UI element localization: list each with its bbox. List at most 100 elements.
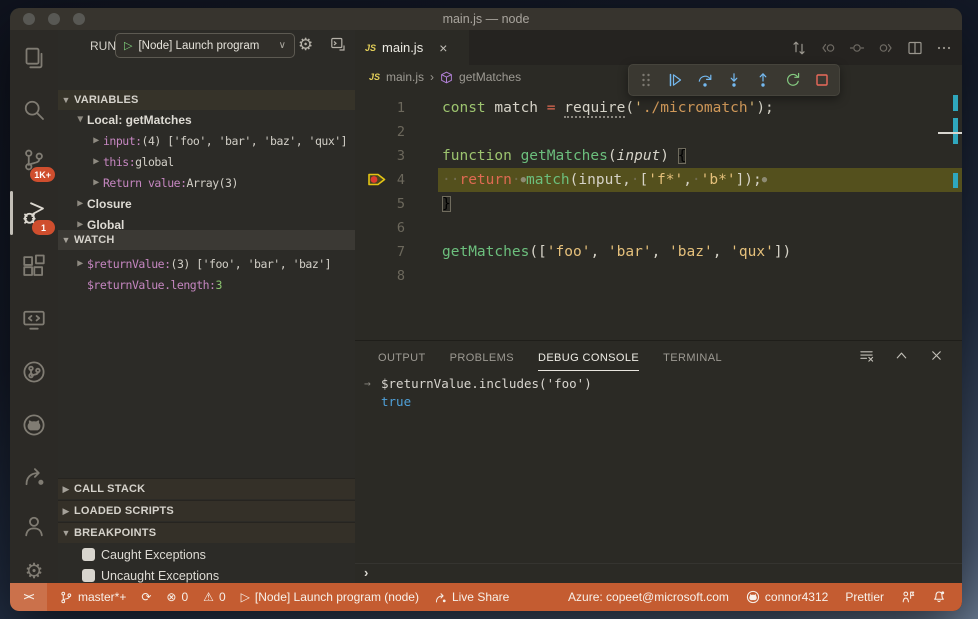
settings-icon: ⚙ [24,560,44,583]
more-actions-icon[interactable] [936,40,952,56]
tab-main-js[interactable]: JS main.js × [355,30,469,65]
variable-row[interactable]: ▶ this: global [58,151,355,172]
code-line[interactable]: 7 getMatches(['foo', 'bar', 'baz', 'qux']… [355,240,962,264]
watch-section-header[interactable]: ▼ WATCH [58,230,355,250]
line-text: ··return·●match(input,·['f*',·'b*']);● [442,172,768,188]
status-debug-launch-label: [Node] Launch program (node) [254,590,419,604]
scope-row[interactable]: ▼ Local: getMatches [58,109,355,130]
stop-button[interactable] [814,72,830,88]
step-over-button[interactable] [697,72,713,88]
status-azure-account-label: Azure: copeet@microsoft.com [568,590,729,604]
explorer-icon [22,46,46,70]
line-number[interactable]: 8 [355,264,405,288]
breakpoint-row[interactable]: Caught Exceptions [58,544,355,565]
panel-tab-output[interactable]: OUTPUT [378,343,426,373]
chevron-right-icon: ▶ [93,135,99,146]
restart-button[interactable] [785,72,801,88]
line-number[interactable]: 4 [355,168,405,192]
console-prompt-icon: › [364,565,369,580]
line-number[interactable]: 2 [355,120,405,144]
breakpoint-checkbox[interactable] [82,548,95,561]
status-sync[interactable]: ⟳ [141,590,151,604]
activity-item-live-share[interactable] [10,456,58,496]
status-warnings[interactable]: ⚠ 0 [203,590,225,604]
code-line[interactable]: 2 [355,120,962,144]
github-pull-requests-icon [22,360,46,384]
panel-tab-debug-console[interactable]: DEBUG CONSOLE [537,343,640,373]
status-formatter-label: Prettier [845,590,884,604]
activity-item-search[interactable] [10,90,58,130]
activity-item-github[interactable] [10,405,58,445]
variable-name: this: [103,154,136,169]
status-live-share[interactable]: Live Share [434,590,509,604]
step-into-button[interactable] [726,72,742,88]
activity-item-remote-explorer[interactable] [10,300,58,340]
code-line[interactable]: 5} [355,192,962,216]
close-tab-icon[interactable]: × [439,40,447,56]
drag-grip-handle[interactable] [638,72,654,88]
status-warnings-label: 0 [218,590,226,604]
line-number[interactable]: 6 [355,216,405,240]
watch-row[interactable]: $returnValue.length: 3 [58,274,355,295]
launch-config-dropdown[interactable]: ▷ [Node] Launch program ∨ [115,33,295,58]
status-errors[interactable]: ⊗ 0 [166,590,188,604]
variables-section-header[interactable]: ▼ VARIABLES [58,90,355,110]
line-number[interactable]: 3 [355,144,405,168]
remote-indicator[interactable]: >< [10,583,47,611]
activity-item-extensions[interactable] [10,246,58,286]
code-line[interactable]: 3 function getMatches(input) { [355,144,962,168]
debug-console-toggle-icon[interactable] [330,36,346,52]
call-stack-section-header[interactable]: ▶ CALL STACK [58,478,355,499]
breadcrumb-file[interactable]: main.js [386,70,424,84]
configure-gear-icon[interactable]: ⚙ [298,35,313,55]
debug-step-forward-icon[interactable] [878,40,894,56]
status-formatter[interactable]: Prettier [845,590,884,604]
loaded-scripts-section-header[interactable]: ▶ LOADED SCRIPTS [58,500,355,521]
line-number[interactable]: 1 [355,96,405,120]
status-debug-launch[interactable]: ▷ [Node] Launch program (node) [241,590,419,604]
error-icon: ⊗ [166,590,177,604]
activity-item-source-control[interactable]: 1K+ [10,140,58,182]
code-line[interactable]: 4 ··return·●match(input,·['f*',·'b*']);● [355,168,962,192]
code-line[interactable]: 8 [355,264,962,288]
status-notifications[interactable] [932,590,946,604]
debug-step-back-icon[interactable] [849,40,865,56]
scope-row[interactable]: ▶ Closure [58,193,355,214]
activity-item-accounts[interactable] [10,506,58,546]
code-line[interactable]: 1 const match = require('./micromatch'); [355,96,962,120]
panel-tab-problems[interactable]: PROBLEMS [450,343,514,373]
split-editor-icon[interactable] [907,40,923,56]
debug-console-input[interactable]: › [355,563,962,583]
panel-tab-terminal[interactable]: TERMINAL [663,343,722,373]
line-number[interactable]: 7 [355,240,405,264]
activity-item-run-debug[interactable]: 1 [10,191,58,235]
activity-item-github-pull-requests[interactable] [10,352,58,392]
breakpoint-checkbox[interactable] [82,569,95,582]
activity-item-explorer[interactable] [10,38,58,78]
debug-reverse-continue-icon[interactable] [820,40,836,56]
continue-button[interactable] [667,72,683,88]
step-out-button[interactable] [755,72,771,88]
start-debug-icon[interactable]: ▷ [124,39,132,52]
clear-console-icon[interactable] [859,348,874,363]
maximize-panel-icon[interactable] [894,348,909,363]
line-number[interactable]: 5 [355,192,405,216]
status-azure-account[interactable]: Azure: copeet@microsoft.com [568,590,729,604]
variable-row[interactable]: ▶ Return value: Array(3) [58,172,355,193]
code-line[interactable]: 6 [355,216,962,240]
status-github-account[interactable]: connor4312 [746,590,828,604]
debug-console-output[interactable]: → $returnValue.includes('foo') true [355,375,962,411]
breakpoint-row[interactable]: Uncaught Exceptions [58,565,355,583]
status-feedback[interactable] [901,590,915,604]
chevron-right-icon: ▶ [77,258,83,269]
status-git-branch[interactable]: master*+ [60,590,126,604]
close-panel-icon[interactable] [929,348,944,363]
breakpoints-section-header[interactable]: ▼ BREAKPOINTS [58,522,355,543]
code-editor[interactable]: 1 const match = require('./micromatch'); 2… [355,89,962,340]
variable-row[interactable]: ▶ input: (4) ['foo', 'bar', 'baz', 'qux'] [58,130,355,151]
watch-row[interactable]: ▶ $returnValue: (3) ['foo', 'bar', 'baz'] [58,253,355,274]
breadcrumb-symbol[interactable]: getMatches [459,70,521,84]
breakpoint-label: Uncaught Exceptions [101,568,220,583]
open-changes-icon[interactable] [791,40,807,56]
watch-header-label: WATCH [74,234,115,246]
